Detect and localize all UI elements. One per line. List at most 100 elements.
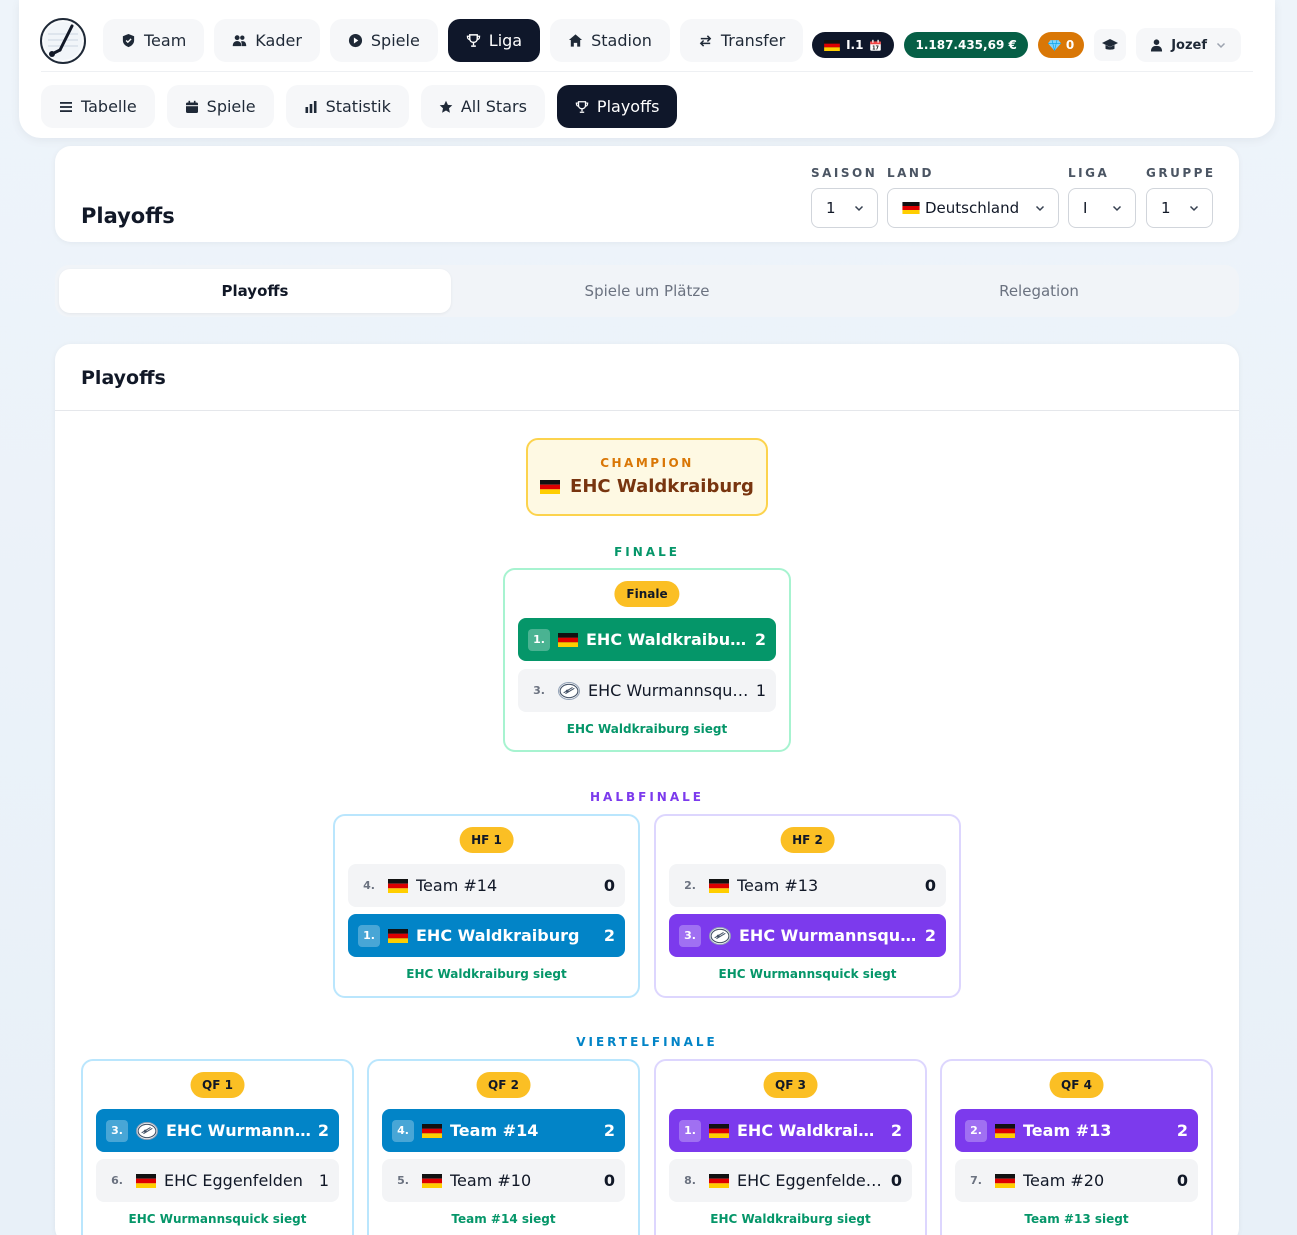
round-label-viertelfinale: VIERTELFINALE — [576, 1035, 718, 1049]
liga-select[interactable]: I — [1068, 188, 1136, 228]
score: 2 — [317, 1121, 329, 1140]
champion-team[interactable]: EHC Waldkraiburg — [528, 476, 766, 497]
germany-flag-icon — [709, 879, 729, 893]
match-row[interactable]: 2. Team #13 0 — [669, 864, 946, 907]
nav-item-kader[interactable]: Kader — [214, 19, 320, 62]
match-finale: Finale 1. EHC Waldkraiburg 2 3. EHC Wurm… — [503, 568, 791, 752]
seed: 3. — [533, 684, 545, 697]
nav-divider — [41, 71, 1253, 72]
score: 2 — [1176, 1121, 1188, 1140]
nav-item-transfer[interactable]: Transfer — [679, 19, 804, 62]
money-value: 1.187.435,69 € — [915, 38, 1017, 52]
match-row-winner[interactable]: 3. EHC Wurmannsquick 2 — [669, 914, 946, 957]
transfer-icon — [699, 35, 712, 47]
team-crest-icon — [558, 681, 580, 700]
page-title: Playoffs — [81, 204, 175, 228]
graduation-cap-button[interactable] — [1094, 29, 1127, 61]
match-badge: QF 4 — [1049, 1072, 1104, 1098]
star-icon — [439, 100, 453, 113]
champion-name: EHC Waldkraiburg — [570, 476, 754, 497]
calendar-icon: 17 — [870, 39, 882, 51]
subnav-item-statistik[interactable]: Statistik — [285, 85, 409, 128]
shield-icon — [122, 33, 135, 48]
tab-relegation[interactable]: Relegation — [843, 269, 1235, 313]
tab-playoffs[interactable]: Playoffs — [59, 269, 451, 313]
match-winner-text: Team #14 siegt — [451, 1212, 556, 1226]
gems-badge[interactable]: 0 — [1037, 32, 1085, 58]
nav-item-team[interactable]: Team — [103, 19, 205, 62]
match-badge: QF 3 — [763, 1072, 818, 1098]
round-label-finale: FINALE — [614, 545, 680, 559]
round-label-halbfinale: HALBFINALE — [590, 790, 704, 804]
chevron-down-icon — [854, 205, 864, 212]
team-name: EHC Waldkraiburg — [586, 630, 749, 649]
users-icon — [233, 35, 247, 47]
nav-item-liga[interactable]: Liga — [447, 19, 541, 62]
seed: 1. — [679, 1119, 701, 1142]
match-row-winner[interactable]: 1. EHC Waldkraiburg 2 — [518, 618, 776, 661]
match-row-winner[interactable]: 1. EHC Waldkraiburg 2 — [348, 914, 625, 957]
match-winner-text: EHC Wurmannsquick siegt — [718, 967, 897, 981]
subnav-item-tabelle[interactable]: Tabelle — [41, 85, 155, 128]
svg-text:17: 17 — [873, 45, 880, 51]
liga-value: I — [1083, 199, 1088, 217]
match-row[interactable]: 8. EHC Eggenfelden II 0 — [669, 1159, 912, 1202]
subnav-item-all-stars[interactable]: All Stars — [420, 85, 545, 128]
team-name: Team #20 — [1023, 1171, 1105, 1190]
match-badge: HF 2 — [780, 827, 835, 853]
subnav-item-playoffs[interactable]: Playoffs — [556, 85, 678, 128]
nav-item-spiele[interactable]: Spiele — [329, 19, 438, 62]
seed: 4. — [363, 879, 375, 892]
nav-item-label: Stadion — [591, 31, 652, 50]
sub-navigation: Tabelle Spiele Statistik All Stars Playo… — [41, 85, 678, 128]
top-navigation: Team Kader Spiele Liga Stadion Transfer … — [19, 0, 1275, 138]
tab-spiele-um-plaetze[interactable]: Spiele um Plätze — [451, 269, 843, 313]
user-menu-button[interactable]: Jozef — [1136, 28, 1241, 62]
match-row[interactable]: 7. Team #20 0 — [955, 1159, 1198, 1202]
bracket-title: Playoffs — [81, 367, 166, 389]
land-select[interactable]: Deutschland — [887, 188, 1059, 228]
chevron-down-icon — [1035, 205, 1045, 212]
germany-flag-icon — [388, 879, 408, 893]
match-row[interactable]: 4. Team #14 0 — [348, 864, 625, 907]
team-name: EHC Waldkraiburg — [416, 926, 580, 945]
match-row-winner[interactable]: 2. Team #13 2 — [955, 1109, 1198, 1152]
bar-chart-icon — [305, 100, 317, 113]
seed: 2. — [965, 1119, 987, 1142]
nav-item-stadion[interactable]: Stadion — [550, 19, 670, 62]
nav-item-label: Spiele — [370, 31, 420, 50]
nav-item-label: Liga — [488, 31, 523, 50]
seed: 4. — [392, 1119, 414, 1142]
seed: 8. — [684, 1174, 696, 1187]
team-name: EHC Wurmannsquick — [739, 926, 919, 945]
champion-box: CHAMPION EHC Waldkraiburg — [526, 438, 768, 516]
match-row[interactable]: 5. Team #10 0 — [382, 1159, 625, 1202]
seed: 2. — [684, 879, 696, 892]
team-name: EHC Eggenfelden II — [737, 1171, 885, 1190]
subnav-label: Tabelle — [81, 97, 137, 116]
chevron-down-icon — [1216, 42, 1226, 49]
playoff-bracket-card: Playoffs CHAMPION EHC Waldkraiburg FINAL… — [55, 344, 1239, 1235]
app-logo[interactable] — [40, 18, 86, 64]
saison-filter: SAISON 1 — [811, 166, 878, 228]
match-row[interactable]: 3. EHC Wurmannsquick 1 — [518, 669, 776, 712]
score: 2 — [754, 630, 766, 649]
match-row-winner[interactable]: 4. Team #14 2 — [382, 1109, 625, 1152]
match-row-winner[interactable]: 1. EHC Waldkraiburg 2 — [669, 1109, 912, 1152]
match-qf-2: QF 2 4. Team #14 2 5. Team #10 0 Team #1… — [367, 1059, 640, 1235]
subnav-label: Statistik — [325, 97, 391, 116]
gruppe-filter: GRUPPE 1 — [1146, 166, 1216, 228]
team-crest-icon — [136, 1121, 158, 1140]
match-row[interactable]: 6. EHC Eggenfelden 1 — [96, 1159, 339, 1202]
gruppe-select[interactable]: 1 — [1146, 188, 1213, 228]
champion-label: CHAMPION — [600, 456, 694, 470]
league-pill[interactable]: I.1 17 — [812, 32, 895, 58]
match-badge: Finale — [614, 581, 680, 607]
liga-label: LIGA — [1068, 166, 1110, 180]
gruppe-value: 1 — [1161, 199, 1171, 217]
saison-select[interactable]: 1 — [811, 188, 878, 228]
match-badge: QF 2 — [476, 1072, 531, 1098]
subnav-item-spiele[interactable]: Spiele — [166, 85, 274, 128]
score: 0 — [924, 876, 936, 895]
match-row-winner[interactable]: 3. EHC Wurmannsquick 2 — [96, 1109, 339, 1152]
